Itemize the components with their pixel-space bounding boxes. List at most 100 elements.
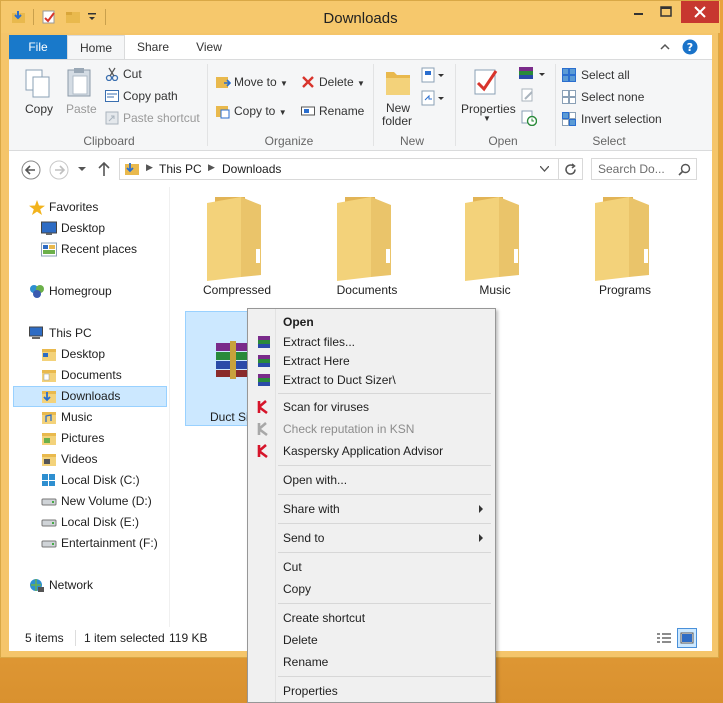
new-folder-button[interactable]: New — [385, 101, 411, 115]
context-menu: Open Extract files... Extract Here Extra… — [247, 308, 496, 703]
drive-icon — [41, 498, 57, 506]
refresh-button[interactable] — [559, 158, 583, 180]
paste-button[interactable]: Paste — [66, 102, 97, 116]
winrar-open-icon[interactable] — [517, 65, 547, 83]
menu-item-cut[interactable]: Cut — [250, 557, 493, 577]
open-group-label: Open — [488, 134, 518, 148]
search-box[interactable]: Search Do... — [591, 158, 697, 180]
menu-item-properties[interactable]: Properties — [250, 681, 493, 701]
easy-access-icon[interactable] — [421, 90, 445, 106]
folder-item[interactable]: Music — [435, 191, 555, 301]
breadcrumb-downloads[interactable]: Downloads — [222, 162, 281, 176]
search-icon[interactable] — [678, 163, 691, 176]
menu-label: Open — [283, 315, 314, 329]
submenu-arrow-icon — [479, 505, 483, 513]
new-item-icon[interactable] — [421, 67, 445, 83]
minimize-button[interactable] — [625, 1, 652, 23]
address-dropdown-icon[interactable] — [540, 166, 549, 172]
menu-item-extract-files[interactable]: Extract files... — [250, 332, 493, 352]
cut-button[interactable]: Cut — [123, 67, 142, 81]
menu-separator — [278, 603, 491, 604]
paste-icon — [67, 68, 91, 97]
menu-label: Extract Here — [283, 354, 350, 368]
forward-icon[interactable] — [49, 160, 69, 180]
nav-homegroup-label: Homegroup — [49, 284, 112, 298]
computer-icon — [29, 326, 43, 339]
recent-locations-icon[interactable] — [78, 165, 86, 173]
nav-pc-item-label: Local Disk (C:) — [61, 473, 140, 487]
menu-item-rename[interactable]: Rename — [250, 652, 493, 672]
breadcrumb-this-pc[interactable]: This PC — [159, 162, 202, 176]
menu-label: Extract to Duct Sizer\ — [283, 373, 396, 387]
nav-pc-item-label: Documents — [61, 368, 122, 382]
close-button[interactable] — [681, 1, 719, 23]
select-all-button[interactable]: Select all — [581, 68, 630, 82]
copy-path-icon — [105, 90, 119, 102]
nav-pc-item-label: Desktop — [61, 347, 106, 361]
copy-icon — [25, 69, 50, 98]
copy-to-button[interactable]: Copy to ▼ — [234, 104, 287, 118]
move-to-button[interactable]: Move to ▼ — [234, 75, 288, 89]
menu-label: Open with... — [283, 473, 348, 487]
edit-icon[interactable] — [521, 88, 535, 102]
winrar-icon — [258, 374, 270, 386]
menu-item-open-with[interactable]: Open with... — [250, 470, 493, 490]
tab-file[interactable]: File — [9, 35, 67, 59]
invert-selection-button[interactable]: Invert selection — [581, 112, 662, 126]
copy-path-button[interactable]: Copy path — [123, 89, 178, 103]
address-row: ▶ This PC ▶ Downloads Search Do... — [9, 151, 712, 187]
details-view-icon[interactable] — [655, 630, 673, 647]
menu-item-copy[interactable]: Copy — [250, 579, 493, 599]
menu-separator — [278, 552, 491, 553]
navigation-pane: Favorites Desktop Recent places Homegrou… — [9, 187, 170, 627]
copy-button[interactable]: Copy — [25, 102, 53, 116]
minimize-ribbon-icon[interactable] — [660, 42, 670, 52]
menu-label: Extract files... — [283, 335, 356, 349]
status-selected: 1 item selected — [84, 631, 165, 645]
select-none-button[interactable]: Select none — [581, 90, 644, 104]
menu-item-extract-here[interactable]: Extract Here — [250, 351, 493, 371]
paste-shortcut-button[interactable]: Paste shortcut — [123, 111, 200, 125]
history-icon[interactable] — [521, 110, 537, 126]
back-icon[interactable] — [21, 160, 41, 180]
menu-label: Check reputation in KSN — [283, 422, 415, 436]
rename-button[interactable]: Rename — [319, 104, 364, 118]
menu-label: Scan for viruses — [283, 400, 370, 414]
address-bar[interactable]: ▶ This PC ▶ Downloads — [119, 158, 559, 180]
menu-item-check-reputation[interactable]: Check reputation in KSN — [250, 419, 493, 439]
menu-item-create-shortcut[interactable]: Create shortcut — [250, 608, 493, 628]
menu-item-share-with[interactable]: Share with — [250, 499, 493, 519]
copy-to-label: Copy to — [234, 104, 276, 118]
folder-item[interactable]: Documents — [307, 191, 427, 301]
menu-label: Delete — [283, 633, 318, 647]
menu-label: Create shortcut — [283, 611, 366, 625]
new-folder-button-line2[interactable]: folder — [381, 114, 413, 128]
delete-label: Delete — [319, 75, 354, 89]
dropdown-arrow-icon: ▼ — [280, 79, 288, 88]
menu-item-extract-to[interactable]: Extract to Duct Sizer\ — [250, 370, 493, 390]
menu-label: Properties — [283, 684, 338, 698]
delete-button[interactable]: Delete ▼ — [319, 75, 365, 89]
up-icon[interactable] — [97, 161, 111, 177]
tab-share[interactable]: Share — [127, 35, 179, 59]
menu-item-scan-viruses[interactable]: Scan for viruses — [250, 397, 493, 417]
menu-item-send-to[interactable]: Send to — [250, 528, 493, 548]
folder-item[interactable]: Compressed — [177, 191, 297, 301]
downloads-folder-icon — [42, 391, 56, 403]
large-icons-view-icon[interactable] — [677, 628, 697, 648]
menu-item-kaspersky-advisor[interactable]: Kaspersky Application Advisor — [250, 441, 493, 461]
properties-dropdown-icon[interactable]: ▼ — [483, 114, 491, 123]
help-icon[interactable]: ? — [682, 39, 698, 55]
folder-item[interactable]: Programs — [565, 191, 685, 301]
nav-pc-item-label: Downloads — [61, 389, 121, 403]
menu-separator — [278, 494, 491, 495]
homegroup-icon — [30, 285, 44, 298]
menu-separator — [278, 465, 491, 466]
breadcrumb-separator-icon: ▶ — [146, 162, 153, 172]
menu-item-delete[interactable]: Delete — [250, 630, 493, 650]
menu-item-open[interactable]: Open — [250, 312, 493, 332]
tab-view[interactable]: View — [181, 35, 237, 59]
desktop-icon — [41, 221, 57, 235]
maximize-button[interactable] — [653, 1, 680, 23]
tab-home[interactable]: Home — [67, 35, 125, 59]
